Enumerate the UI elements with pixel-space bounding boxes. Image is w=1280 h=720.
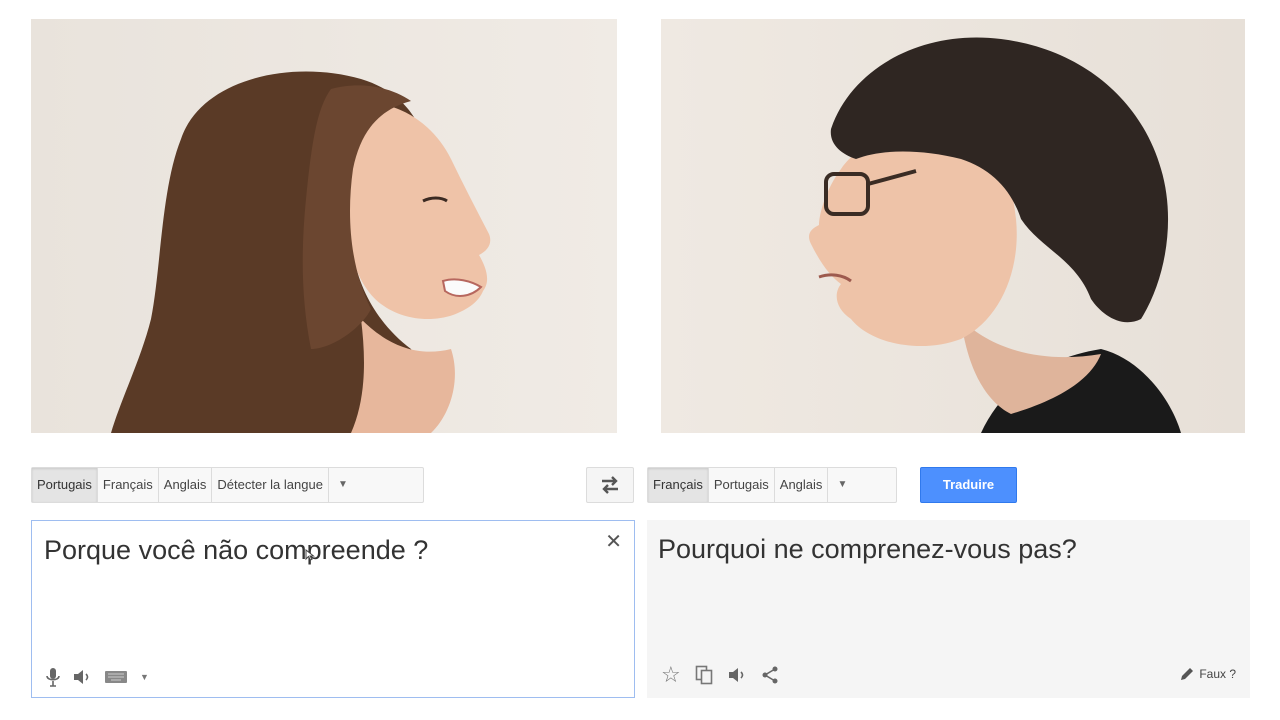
translation-text: Pourquoi ne comprenez-vous pas? <box>658 534 1077 564</box>
photo-woman-profile <box>31 19 617 433</box>
mouse-cursor-icon <box>305 548 315 561</box>
keyboard-icon[interactable] <box>104 670 128 684</box>
star-icon[interactable]: ☆ <box>661 662 681 688</box>
translation-toolbar: ☆ <box>661 662 779 688</box>
report-wrong-label: Faux ? <box>1199 667 1236 681</box>
source-lang-portuguese[interactable]: Portugais <box>32 468 98 502</box>
target-language-bar: Français Portugais Anglais ▼ <box>647 467 897 503</box>
target-lang-french[interactable]: Français <box>648 468 709 502</box>
source-lang-dropdown[interactable]: ▼ <box>328 468 357 502</box>
target-lang-portuguese[interactable]: Portugais <box>708 468 775 502</box>
pencil-icon <box>1179 666 1195 682</box>
copy-icon[interactable] <box>695 665 713 685</box>
source-text[interactable]: Porque você não compreende ? <box>44 535 428 566</box>
speaker-icon[interactable] <box>72 669 92 685</box>
source-lang-french[interactable]: Français <box>97 468 159 502</box>
source-lang-detect[interactable]: Détecter la langue <box>212 468 329 502</box>
speaker-icon[interactable] <box>727 667 747 683</box>
target-lang-english[interactable]: Anglais <box>774 468 829 502</box>
translate-button[interactable]: Traduire <box>920 467 1017 503</box>
source-language-bar: Portugais Français Anglais Détecter la l… <box>31 467 424 503</box>
translate-page: Portugais Français Anglais Détecter la l… <box>0 0 1280 720</box>
chevron-down-icon: ▼ <box>337 479 348 490</box>
swap-languages-icon <box>598 476 622 494</box>
target-lang-dropdown[interactable]: ▼ <box>828 468 857 502</box>
source-text-box[interactable]: Porque você não compreende ? ✕ ▼ <box>31 520 635 698</box>
translation-output-box: Pourquoi ne comprenez-vous pas? ☆ Faux ? <box>647 520 1250 698</box>
report-wrong-button[interactable]: Faux ? <box>1179 666 1236 682</box>
photo-man-profile <box>661 19 1245 433</box>
microphone-icon[interactable] <box>46 667 60 687</box>
share-icon[interactable] <box>761 666 779 684</box>
swap-languages-button[interactable] <box>586 467 634 503</box>
close-icon[interactable]: ✕ <box>605 529 622 554</box>
source-toolbar: ▼ <box>46 667 149 687</box>
source-lang-english[interactable]: Anglais <box>158 468 213 502</box>
chevron-down-icon: ▼ <box>837 479 848 490</box>
chevron-down-icon[interactable]: ▼ <box>140 672 149 682</box>
